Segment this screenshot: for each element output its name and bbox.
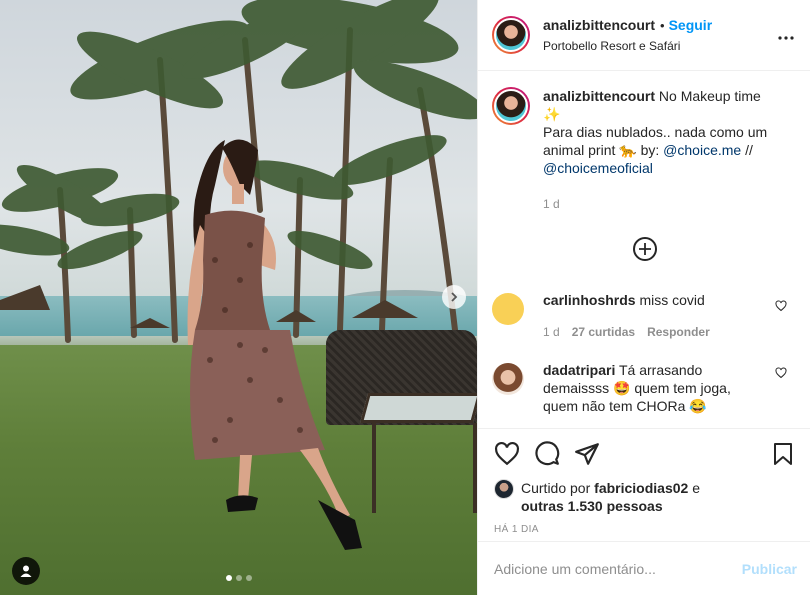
liked-by-prefix: Curtido por: [521, 480, 595, 496]
leopard-emoji: 🐆: [619, 142, 637, 158]
comment-like-button[interactable]: [775, 300, 787, 315]
user-icon: [20, 565, 32, 577]
post-image[interactable]: [0, 0, 477, 595]
caption-time[interactable]: 1 d: [543, 195, 783, 213]
liker-avatar[interactable]: [494, 479, 514, 499]
publish-button[interactable]: Publicar: [742, 561, 797, 577]
follow-button[interactable]: Seguir: [669, 17, 713, 33]
author-avatar[interactable]: [492, 16, 530, 54]
tagged-users-button[interactable]: [12, 557, 40, 585]
caption-avatar[interactable]: [492, 87, 530, 125]
sparkles-emoji: ✨: [543, 106, 561, 122]
caption-text-3: by:: [636, 142, 664, 158]
comment-avatar[interactable]: [492, 363, 524, 395]
next-image-button[interactable]: [442, 285, 466, 309]
carousel-dots: [226, 575, 252, 581]
mention-link-2[interactable]: @choiceme​oficial: [543, 160, 653, 176]
carousel-dot: [246, 575, 252, 581]
send-icon[interactable]: [574, 441, 600, 467]
caption-username[interactable]: analizbittencourt: [543, 88, 655, 104]
post-sidebar: analizbittencourt • Seguir Portobello Re…: [477, 0, 810, 595]
heart-icon[interactable]: [494, 441, 520, 467]
mention-link[interactable]: @choice.me: [663, 142, 741, 158]
more-horizontal-icon: [778, 36, 794, 40]
load-more-comments-button[interactable]: [633, 237, 657, 261]
comment-item: carlinhoshrds miss covid 1 d 27 curtidas…: [492, 291, 797, 341]
comment-item: dadatripari Tá arrasando demaissss 🤩 que…: [492, 361, 797, 415]
comment-icon[interactable]: [534, 441, 560, 467]
comment-avatar[interactable]: [492, 293, 524, 325]
caption-text: No Makeup time: [655, 88, 761, 104]
heart-icon: [775, 367, 787, 379]
add-comment-bar: Publicar: [478, 541, 810, 595]
heart-icon: [775, 300, 787, 312]
reply-button[interactable]: Responder: [647, 323, 710, 341]
comment-likes[interactable]: 27 curtidas: [572, 323, 635, 341]
laughing-emoji: 😂: [689, 398, 707, 414]
post-actions: Curtido por fabriciodias02 e outras 1.53…: [478, 428, 810, 535]
comment-input[interactable]: [494, 560, 724, 577]
carousel-dot: [236, 575, 242, 581]
liker-username[interactable]: fabriciodias02: [594, 480, 688, 496]
plus-icon: [639, 243, 651, 255]
separator-dot: •: [660, 17, 665, 33]
comment-username[interactable]: dadatripari: [543, 362, 615, 378]
bookmark-icon[interactable]: [771, 441, 795, 467]
table-legs: [372, 423, 477, 513]
chevron-right-icon: [451, 292, 458, 302]
comment-time[interactable]: 1 d: [543, 323, 560, 341]
post-header: analizbittencourt • Seguir Portobello Re…: [478, 0, 810, 71]
likes-count-link[interactable]: outras 1.530 pessoas: [521, 498, 663, 514]
coffee-table: [359, 393, 477, 423]
caption: analizbittencourt No Makeup time ✨ Para …: [492, 87, 796, 213]
liked-by-and: e: [688, 480, 700, 496]
post-location[interactable]: Portobello Resort e Safári: [543, 39, 712, 53]
carousel-dot-active: [226, 575, 232, 581]
comment-username[interactable]: carlinhoshrds: [543, 292, 636, 308]
author-username[interactable]: analizbittencourt: [543, 17, 655, 33]
comment-like-button[interactable]: [775, 367, 787, 382]
likes-summary: Curtido por fabriciodias02 e outras 1.53…: [494, 479, 795, 515]
caption-text-4: //: [741, 142, 753, 158]
star-struck-emoji: 🤩: [613, 380, 631, 396]
more-options-button[interactable]: [778, 27, 794, 41]
comment-text: miss covid: [635, 292, 705, 308]
post-timestamp[interactable]: HÁ 1 DIA: [494, 524, 795, 535]
comments-section: analizbittencourt No Makeup time ✨ Para …: [478, 71, 810, 428]
